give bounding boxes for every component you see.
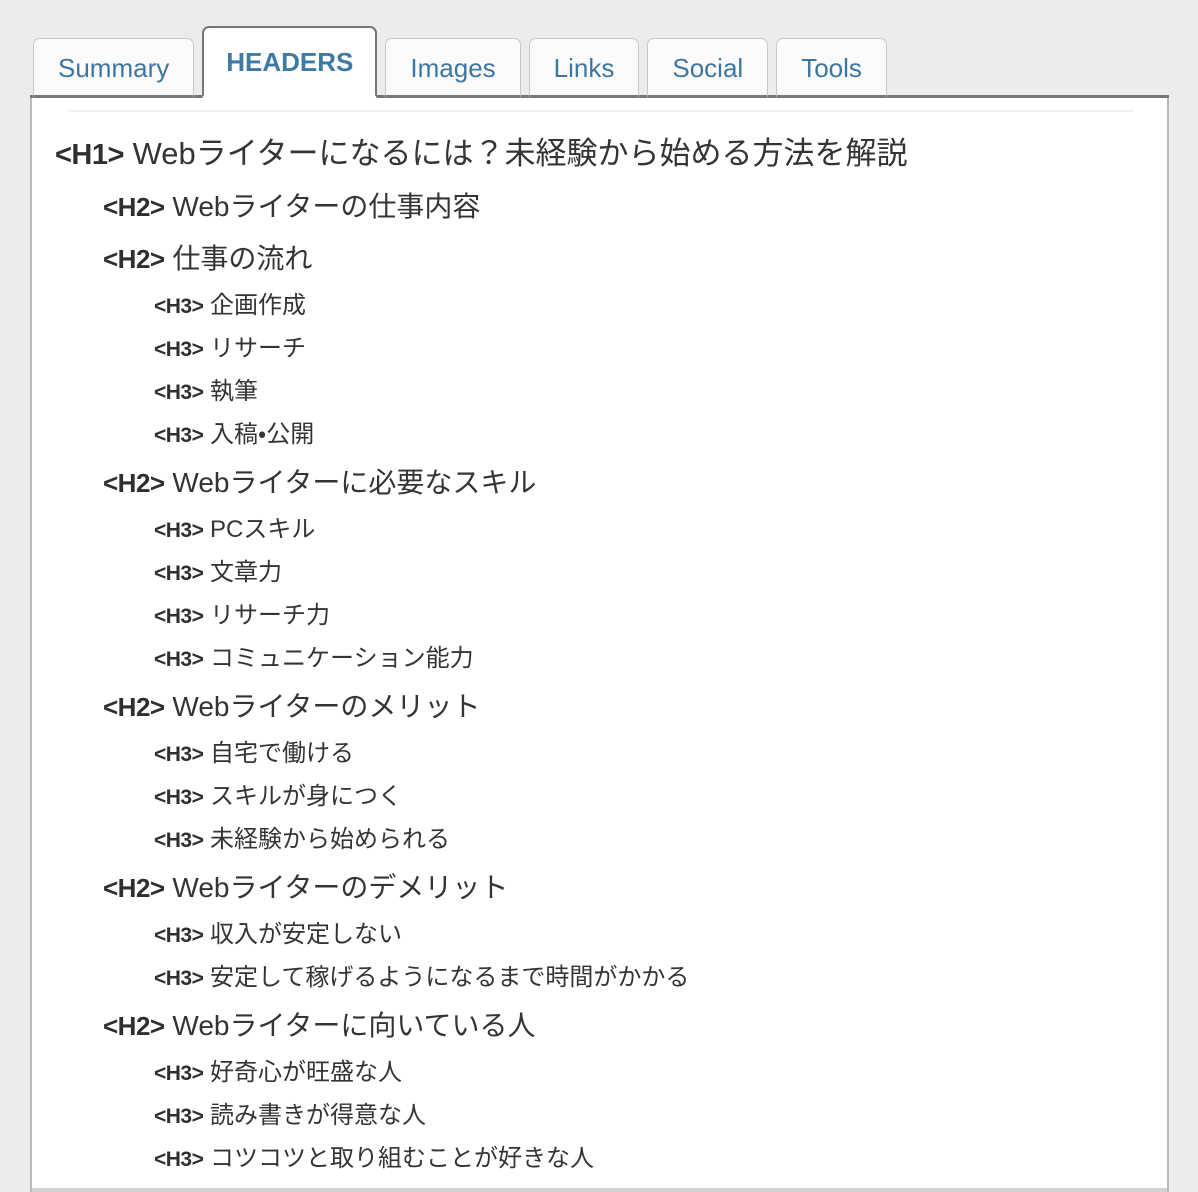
header-tag: <H3> <box>154 829 204 852</box>
header-text: Webライターの仕事内容 <box>172 191 481 222</box>
header-tag: <H2> <box>103 873 165 903</box>
header-row-h3: <H3> 執筆 <box>32 371 1167 414</box>
header-text: 好奇心が旺盛な人 <box>210 1059 403 1086</box>
header-text: 文章力 <box>210 559 283 586</box>
tab-label: Images <box>410 53 496 83</box>
header-text: Webライターに向いている人 <box>172 1010 536 1041</box>
header-row-h3: <H3> 読み書きが得意な人 <box>32 1095 1167 1138</box>
tab-label: Social <box>672 53 744 83</box>
header-tag: <H1> <box>55 139 124 171</box>
header-row-h3: <H3> 未経験から始められる <box>32 819 1167 862</box>
header-tag: <H3> <box>154 924 204 947</box>
header-row-h3: <H3> スキルが身につく <box>32 776 1167 819</box>
header-row-h3: <H3> 文章力 <box>32 552 1167 595</box>
tab-list: Summary HEADERS Images Links Social Tools <box>33 0 895 98</box>
header-row-h2: <H2> Webライターに必要なスキル <box>32 457 1167 509</box>
header-tag: <H3> <box>154 605 204 628</box>
tab-label: Summary <box>58 53 170 83</box>
tab-label: HEADERS <box>226 46 354 77</box>
tab-tools[interactable]: Tools <box>776 38 887 98</box>
tab-links[interactable]: Links <box>528 38 640 98</box>
header-tag: <H3> <box>154 424 204 447</box>
header-tag: <H2> <box>103 192 165 222</box>
horizontal-scrollbar[interactable] <box>32 1188 1167 1192</box>
header-row-h3: <H3> 安定して稼げるようになるまで時間がかかる <box>32 957 1167 1000</box>
header-text: 収入が安定しない <box>210 921 403 948</box>
header-row-h3: <H3> PCスキル <box>32 509 1167 552</box>
header-tag: <H3> <box>154 1062 204 1085</box>
header-row-h2: <H2> Webライターのデメリット <box>32 862 1167 914</box>
tab-images[interactable]: Images <box>385 38 521 98</box>
header-tag: <H2> <box>103 468 165 498</box>
header-text: Webライターに必要なスキル <box>172 467 537 498</box>
header-row-h3: <H3> 好奇心が旺盛な人 <box>32 1052 1167 1095</box>
seo-analysis-app: Summary HEADERS Images Links Social Tools <H1… <box>0 0 1198 1192</box>
header-row-h2: <H2> Webライターに向いている人 <box>32 1000 1167 1052</box>
header-text: 自宅で働ける <box>210 740 355 767</box>
header-text: リサーチ <box>210 335 307 362</box>
tab-social[interactable]: Social <box>647 38 769 98</box>
header-tag: <H3> <box>154 562 204 585</box>
header-tag: <H3> <box>154 1105 204 1128</box>
header-row-h3: <H3> コミュニケーション能力 <box>32 638 1167 681</box>
header-row-h3: <H3> コツコツと取り組むことが好きな人 <box>32 1138 1167 1181</box>
panel-top-divider <box>68 110 1134 112</box>
header-tag: <H3> <box>154 295 204 318</box>
header-text: 執筆 <box>210 378 259 405</box>
header-tag: <H3> <box>154 381 204 404</box>
tab-summary[interactable]: Summary <box>33 38 195 98</box>
header-row-h3: <H3> 自宅で働ける <box>32 733 1167 776</box>
header-tag: <H3> <box>154 519 204 542</box>
tab-label: Tools <box>801 53 862 83</box>
header-row-h2: <H2> Webライターのメリット <box>32 681 1167 733</box>
header-text: PCスキル <box>210 516 316 543</box>
header-row-h3: <H3> 企画作成 <box>32 285 1167 328</box>
header-tag: <H2> <box>103 692 165 722</box>
header-tag: <H3> <box>154 1148 204 1171</box>
tab-headers[interactable]: HEADERS <box>202 26 378 98</box>
header-tag: <H3> <box>154 967 204 990</box>
header-tag: <H2> <box>103 1011 165 1041</box>
header-text: 仕事の流れ <box>172 243 313 274</box>
tab-label: Links <box>553 53 615 83</box>
header-row-h3: <H3> 入稿・公開 <box>32 414 1167 457</box>
header-row-h1: <H1> Webライターになるには？未経験から始める方法を解説 <box>32 128 1167 181</box>
header-text: 企画作成 <box>210 292 307 319</box>
header-text: 未経験から始められる <box>210 826 451 853</box>
header-text: Webライターのデメリット <box>172 872 509 903</box>
header-text: リサーチ力 <box>210 602 331 629</box>
header-text: コミュニケーション能力 <box>210 645 474 672</box>
header-text: コツコツと取り組むことが好きな人 <box>210 1145 595 1172</box>
header-text: Webライターのメリット <box>172 691 481 722</box>
header-row-h2: <H2> 仕事の流れ <box>32 233 1167 285</box>
tab-bar: Summary HEADERS Images Links Social Tools <box>0 0 1198 98</box>
header-row-h3: <H3> リサーチ力 <box>32 595 1167 638</box>
header-text: 読み書きが得意な人 <box>210 1102 427 1129</box>
header-text: Webライターになるには？未経験から始める方法を解説 <box>132 136 908 171</box>
header-text: スキルが身につく <box>210 783 403 810</box>
header-text: 入稿・公開 <box>210 421 315 448</box>
header-text: 安定して稼げるようになるまで時間がかかる <box>210 964 690 991</box>
header-row-h2: <H2> Webライターの仕事内容 <box>32 181 1167 233</box>
header-tag: <H3> <box>154 786 204 809</box>
header-tag: <H3> <box>154 648 204 671</box>
headers-panel: <H1> Webライターになるには？未経験から始める方法を解説 <H2> Webラ… <box>30 98 1169 1192</box>
header-row-h3: <H3> 収入が安定しない <box>32 914 1167 957</box>
header-row-h3: <H3> リサーチ <box>32 328 1167 371</box>
header-tag: <H2> <box>103 244 165 274</box>
header-outline-list: <H1> Webライターになるには？未経験から始める方法を解説 <H2> Webラ… <box>32 128 1167 1181</box>
header-tag: <H3> <box>154 743 204 766</box>
header-tag: <H3> <box>154 338 204 361</box>
